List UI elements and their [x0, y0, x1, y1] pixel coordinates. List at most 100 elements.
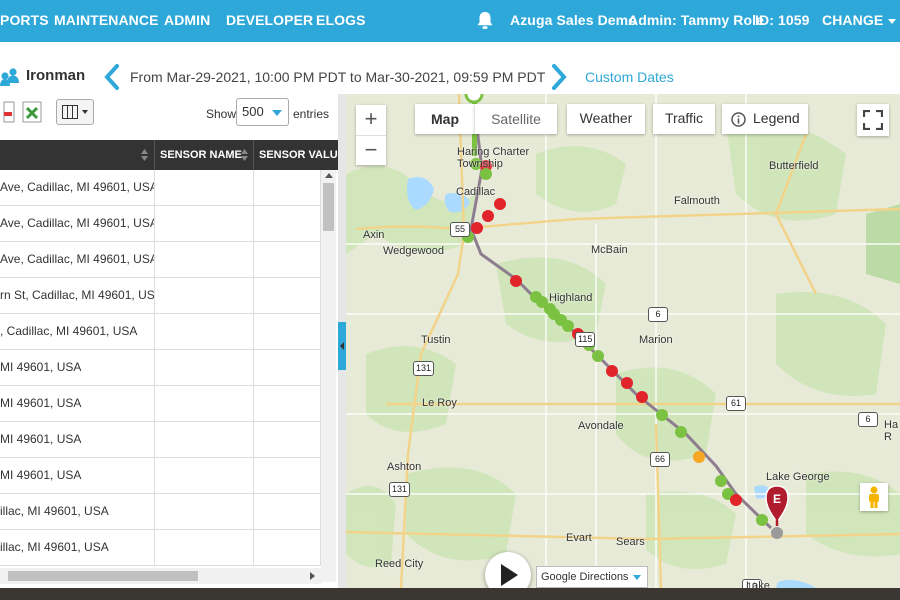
custom-dates-link[interactable]: Custom Dates	[585, 69, 674, 85]
table-row[interactable]: Ave, Cadillac, MI 49601, USA	[0, 170, 321, 206]
table-row[interactable]: Ave, Cadillac, MI 49601, USA	[0, 242, 321, 278]
table-row[interactable]: , Cadillac, MI 49601, USA	[0, 314, 321, 350]
route-point-marker[interactable]	[471, 222, 483, 234]
place-label: Lake George	[766, 471, 830, 483]
zoom-out-button[interactable]: −	[356, 136, 386, 166]
google-directions-select[interactable]: Google Directions	[536, 566, 648, 588]
route-point-marker[interactable]	[592, 350, 604, 362]
scroll-right-icon[interactable]	[310, 572, 315, 580]
address-cell: illac, MI 49601, USA	[0, 494, 155, 529]
route-point-marker[interactable]	[621, 377, 633, 389]
header-sensor-value[interactable]: SENSOR VALUE	[254, 140, 338, 170]
route-shield: 6	[858, 412, 878, 427]
trip-table-panel: Show 500 entries SENSOR NAME SENSOR VALU…	[0, 94, 338, 600]
weather-button[interactable]: Weather	[567, 104, 645, 134]
excel-export-icon[interactable]	[22, 100, 42, 124]
show-label: Show	[206, 107, 237, 121]
nav-admin[interactable]: ADMIN	[164, 12, 210, 28]
sensor-value-cell	[254, 206, 321, 241]
sensor-value-cell	[254, 530, 321, 565]
nav-developer[interactable]: DEVELOPER	[226, 12, 313, 28]
notification-bell-icon[interactable]	[476, 11, 494, 31]
sensor-value-cell	[254, 278, 321, 313]
sensor-name-cell	[155, 386, 254, 421]
column-chooser-button[interactable]	[56, 99, 94, 125]
sensor-name-cell	[155, 422, 254, 457]
route-shield: 131	[413, 361, 435, 376]
route-point-marker[interactable]	[482, 210, 494, 222]
table-row[interactable]: illac, MI 49601, USA	[0, 530, 321, 566]
address-cell: illac, MI 49601, USA	[0, 530, 155, 565]
nav-reports[interactable]: PORTS	[0, 12, 49, 28]
map-type-satellite-button[interactable]: Satellite	[475, 104, 557, 134]
route-point-marker[interactable]	[606, 365, 618, 377]
address-cell: , Cadillac, MI 49601, USA	[0, 314, 155, 349]
route-point-marker[interactable]	[636, 391, 648, 403]
route-point-marker[interactable]	[510, 275, 522, 287]
sensor-name-cell	[155, 530, 254, 565]
scroll-up-icon[interactable]	[325, 173, 333, 178]
vertical-scrollbar[interactable]	[321, 170, 336, 582]
change-account-button[interactable]: CHANGE	[822, 12, 897, 28]
route-point-marker[interactable]	[715, 475, 727, 487]
next-date-icon[interactable]	[550, 64, 568, 90]
legend-label: Legend	[753, 110, 800, 126]
header-sensor-name-label: SENSOR NAME	[160, 149, 242, 161]
table-row[interactable]: MI 49601, USA	[0, 422, 321, 458]
map-type-map-button[interactable]: Map	[415, 104, 475, 134]
collapse-arrow-icon	[340, 342, 344, 350]
entries-select[interactable]: 500	[236, 98, 289, 126]
route-shield: 55	[450, 222, 470, 237]
route-point-marker[interactable]	[656, 409, 668, 421]
route-point-marker[interactable]	[693, 451, 705, 463]
scrollbar-thumb[interactable]	[323, 183, 334, 231]
zoom-in-button[interactable]: +	[356, 105, 386, 136]
entries-value: 500	[242, 104, 264, 119]
table-row[interactable]: rn St, Cadillac, MI 49601, USA	[0, 278, 321, 314]
google-directions-label: Google Directions	[541, 571, 629, 583]
legend-button[interactable]: Legend	[722, 104, 808, 134]
sensor-name-cell	[155, 170, 254, 205]
place-label: McBain	[591, 244, 628, 256]
address-cell: Ave, Cadillac, MI 49601, USA	[0, 206, 155, 241]
previous-date-icon[interactable]	[103, 64, 121, 90]
header-address[interactable]	[0, 140, 155, 170]
pdf-export-icon[interactable]	[0, 100, 20, 124]
header-sensor-value-label: SENSOR VALUE	[259, 149, 338, 161]
table-row[interactable]: illac, MI 49601, USA	[0, 494, 321, 530]
top-navigation-bar: PORTS MAINTENANCE ADMIN DEVELOPER ELOGS …	[0, 0, 900, 42]
address-cell: Ave, Cadillac, MI 49601, USA	[0, 242, 155, 277]
sensor-name-cell	[155, 242, 254, 277]
table-row[interactable]: MI 49601, USA	[0, 350, 321, 386]
zoom-control: + −	[356, 105, 386, 165]
sensor-name-cell	[155, 458, 254, 493]
map-view[interactable]: E 55 115 131 131 6 6 61 66 10 Haring Charter Tow…	[346, 94, 900, 588]
nav-maintenance[interactable]: MAINTENANCE	[54, 12, 159, 28]
sensor-name-cell	[155, 278, 254, 313]
route-point-marker[interactable]	[730, 494, 742, 506]
address-cell: MI 49601, USA	[0, 350, 155, 385]
fullscreen-button[interactable]	[857, 104, 889, 136]
header-sensor-name[interactable]: SENSOR NAME	[155, 140, 254, 170]
date-range-text: From Mar-29-2021, 10:00 PM PDT to Mar-30…	[130, 69, 546, 85]
route-point-marker[interactable]	[675, 426, 687, 438]
vehicle-group-icon	[0, 68, 19, 86]
horizontal-scrollbar[interactable]	[0, 568, 321, 584]
street-view-button[interactable]	[860, 483, 888, 511]
route-point-marker[interactable]	[494, 198, 506, 210]
route-point-marker[interactable]	[756, 514, 768, 526]
vehicle-name: Ironman	[26, 67, 86, 84]
place-label: R	[884, 431, 892, 443]
nav-elogs[interactable]: ELOGS	[316, 12, 366, 28]
route-point-marker[interactable]	[771, 527, 783, 539]
table-header: SENSOR NAME SENSOR VALUE	[0, 140, 338, 170]
place-label: Evart	[566, 532, 592, 544]
table-row[interactable]: MI 49601, USA	[0, 386, 321, 422]
route-point-marker[interactable]	[562, 320, 574, 332]
scrollbar-thumb[interactable]	[8, 571, 198, 581]
info-icon	[731, 112, 746, 127]
traffic-button[interactable]: Traffic	[653, 104, 715, 134]
change-label: CHANGE	[822, 12, 884, 28]
table-row[interactable]: MI 49601, USA	[0, 458, 321, 494]
table-row[interactable]: Ave, Cadillac, MI 49601, USA	[0, 206, 321, 242]
